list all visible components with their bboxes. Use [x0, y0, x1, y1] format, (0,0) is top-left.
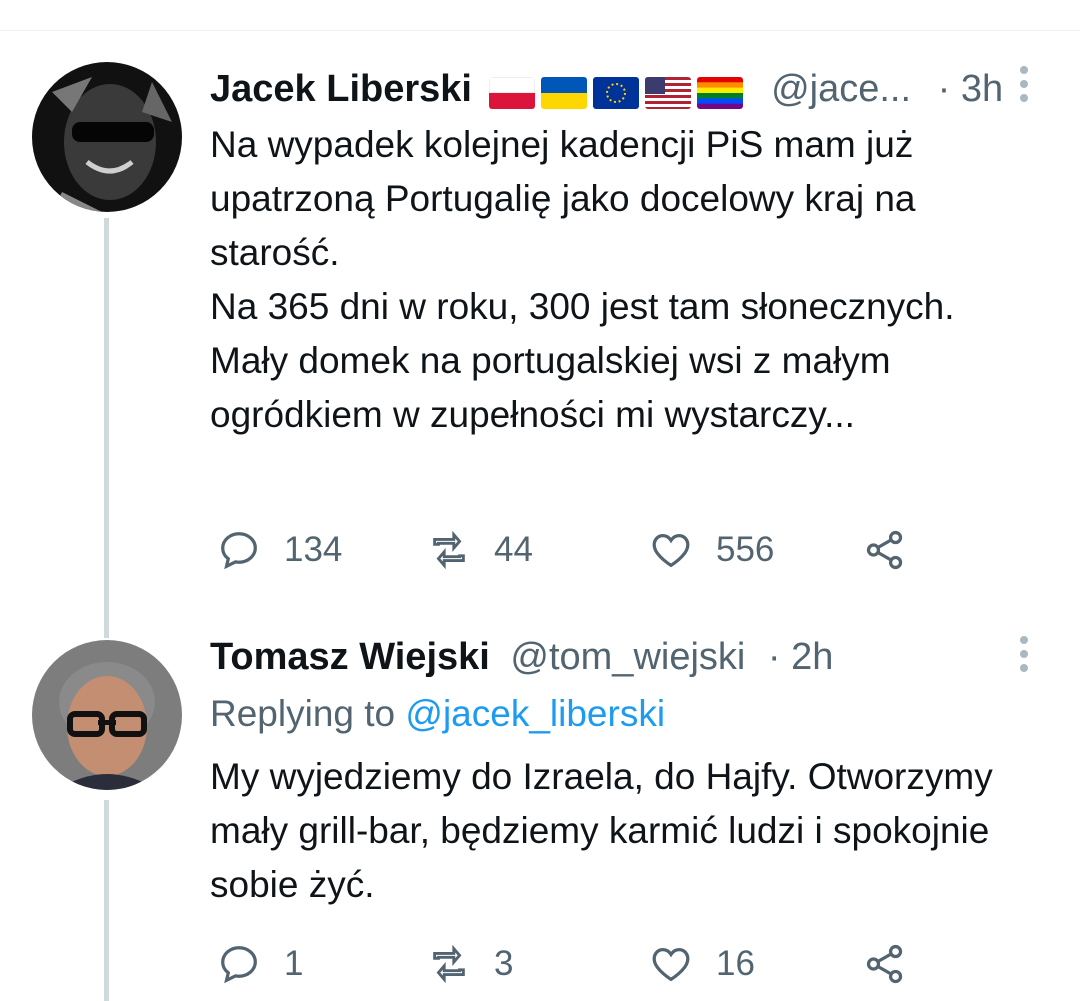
tweet1-retweet-button[interactable]: 44 [426, 520, 533, 580]
reply-icon [221, 532, 257, 570]
tweet2-replying-to: Replying to @jacek_liberski [210, 692, 665, 736]
eu-flag-icon [592, 76, 639, 109]
tweet2-retweet-count: 3 [494, 944, 514, 983]
retweet-icon [433, 944, 465, 984]
like-icon [652, 533, 690, 568]
tweet1-like-count: 556 [716, 530, 775, 569]
tweet1-reply-button[interactable]: 134 [216, 520, 342, 580]
tweet1-retweet-count: 44 [494, 530, 533, 569]
tweet2-actions: 1 3 16 [210, 934, 970, 994]
tweet1-share-button[interactable] [862, 520, 930, 580]
tweet1-handle[interactable]: @jace... [771, 68, 911, 110]
tweet1-actions: 134 44 556 [210, 520, 970, 580]
tweet1-time[interactable]: 3h [961, 68, 1003, 110]
tweet2-share-button[interactable] [862, 934, 930, 994]
tweet1-separator: · [937, 68, 951, 110]
tweet1-author-name[interactable]: Jacek Liberski [210, 68, 472, 110]
poland-flag-icon [488, 76, 535, 109]
share-icon [866, 944, 903, 984]
tweet2-handle[interactable]: @tom_wiejski [510, 636, 745, 678]
tweet1-flags [488, 69, 749, 113]
avatar-jacek[interactable] [32, 62, 182, 212]
tweet2-like-count: 16 [716, 944, 755, 983]
replying-to-label: Replying to [210, 693, 396, 734]
rainbow-flag-icon [696, 76, 743, 109]
tweet1-header: Jacek Liberski @jace... · 3h [210, 67, 1003, 113]
tweet2-separator: · [767, 636, 781, 678]
ukraine-flag-icon [540, 76, 587, 109]
retweet-icon [433, 530, 465, 570]
tweet1-more-options-icon[interactable] [1017, 66, 1031, 108]
thread-line [104, 218, 109, 638]
replying-to-mention-link[interactable]: @jacek_liberski [405, 693, 665, 734]
reply-icon [221, 946, 257, 984]
tweet2-author-name[interactable]: Tomasz Wiejski [210, 636, 490, 678]
thread-line-continuation [104, 800, 109, 1001]
avatar-tomasz[interactable] [32, 640, 182, 790]
top-divider [0, 30, 1080, 31]
share-icon [866, 530, 903, 570]
tweet2-reply-count: 1 [284, 944, 304, 983]
tweet1-like-button[interactable]: 556 [648, 520, 774, 580]
tweet2-reply-button[interactable]: 1 [216, 934, 303, 994]
tweet1-text: Na wypadek kolejnej kadencji PiS mam już… [210, 124, 955, 435]
tweet2-text: My wyjedziemy do Izraela, do Hajfy. Otwo… [210, 756, 993, 905]
usa-flag-icon [644, 76, 691, 109]
like-icon [652, 947, 690, 982]
tweet2-more-options-icon[interactable] [1017, 636, 1031, 678]
tweet2-header: Tomasz Wiejski @tom_wiejski · 2h [210, 635, 833, 679]
tweet1-reply-count: 134 [284, 530, 343, 569]
tweet2-time[interactable]: 2h [791, 636, 833, 678]
tweet2-like-button[interactable]: 16 [648, 934, 755, 994]
tweet2-retweet-button[interactable]: 3 [426, 934, 513, 994]
